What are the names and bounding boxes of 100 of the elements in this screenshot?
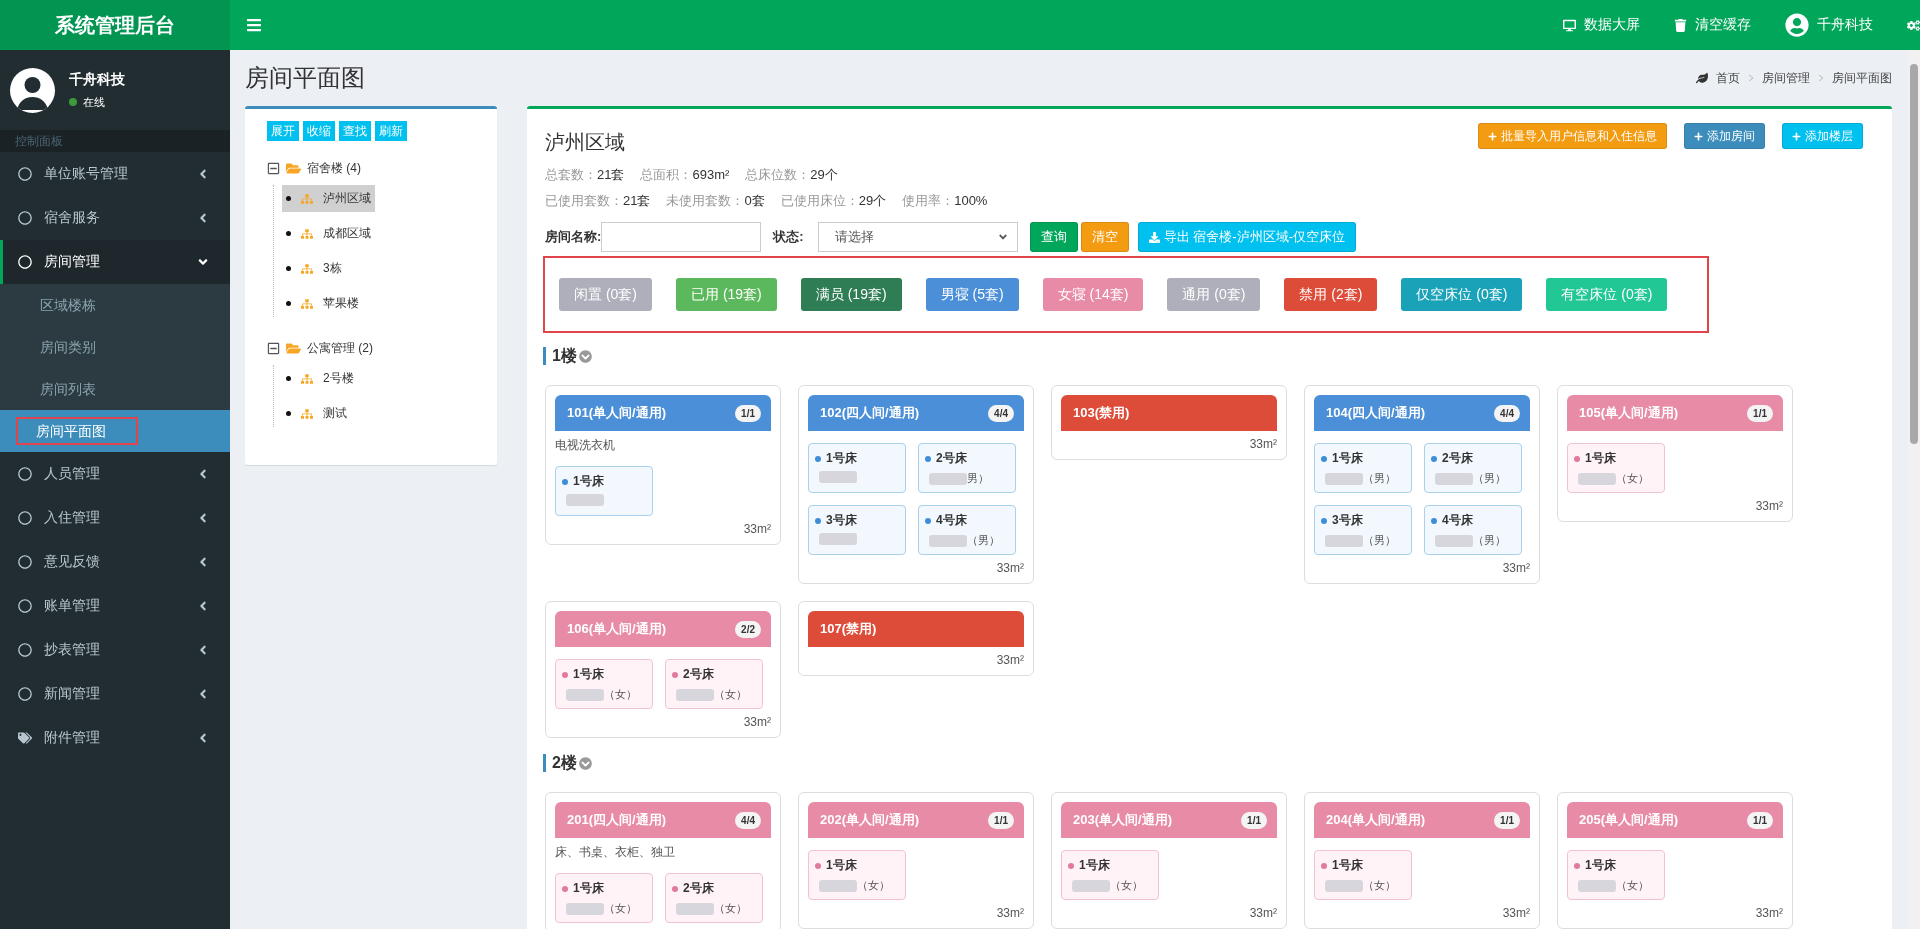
occupancy-badge: 1/1	[735, 404, 761, 422]
bed-label: 1号床	[1332, 857, 1363, 874]
tree-group-label[interactable]: 宿舍楼 (4)	[307, 159, 361, 177]
room-area: 33m²	[555, 715, 771, 729]
tree-group-label[interactable]: 公寓管理 (2)	[307, 339, 373, 357]
monitor-icon	[1563, 18, 1576, 32]
bullet-icon	[286, 231, 291, 236]
stat-value: 100%	[954, 192, 988, 210]
sitemap-icon	[301, 297, 313, 310]
status-button[interactable]: 禁用 (2套)	[1284, 278, 1378, 311]
room-title: 205(单人间/通用)	[1579, 811, 1678, 829]
room-area: 33m²	[1567, 499, 1783, 513]
name-placeholder	[566, 902, 604, 915]
bed-gender: （女）	[604, 901, 637, 916]
bed-gender: （女）	[1363, 878, 1396, 893]
bed-dot-icon	[925, 455, 931, 462]
breadcrumb-link[interactable]: 房间平面图	[1832, 69, 1892, 87]
bed-label: 1号床	[573, 880, 604, 897]
floor-heading[interactable]: 2楼	[543, 754, 1877, 772]
bed-dot-icon	[672, 671, 678, 678]
sidebar-subitem[interactable]: 房间列表	[0, 368, 230, 410]
tree-item[interactable]: 3栋	[282, 255, 346, 282]
bed-dot-icon	[815, 862, 821, 869]
sidebar-subitem[interactable]: 房间类别	[0, 326, 230, 368]
sitemap-icon	[301, 372, 313, 385]
settings-button[interactable]	[1907, 18, 1920, 32]
stat-value: 0套	[744, 192, 765, 210]
sidebar-item[interactable]: 单位账号管理	[0, 152, 230, 196]
room-area: 33m²	[1314, 906, 1530, 920]
bed-gender: （男）	[1473, 533, 1506, 548]
collapse-icon[interactable]	[267, 341, 280, 355]
name-placeholder	[819, 471, 857, 483]
sidebar-subitem[interactable]: 区域楼栋	[0, 284, 230, 326]
name-placeholder	[929, 472, 967, 485]
avatar-icon	[1785, 13, 1809, 37]
collapse-icon[interactable]	[267, 161, 280, 175]
stat-label: 总面积：	[640, 166, 693, 184]
bullet-icon	[286, 266, 291, 271]
stat-label: 未使用套数：	[666, 192, 745, 210]
bed-dot-icon	[925, 517, 931, 524]
avatar-icon	[10, 67, 55, 113]
sidebar-item[interactable]: 房间管理	[0, 240, 230, 284]
occupancy-badge: 1/1	[1747, 404, 1773, 422]
occupancy-badge: 1/1	[1241, 811, 1267, 829]
tree-item[interactable]: 2号楼	[282, 365, 358, 392]
room-name-input[interactable]	[601, 222, 762, 252]
menu-icon[interactable]	[246, 17, 262, 33]
bed-gender: （女）	[857, 878, 890, 893]
sidebar-item[interactable]: 宿舍服务	[0, 196, 230, 240]
room-area: 33m²	[555, 522, 771, 536]
bed-gender: （女）	[604, 687, 637, 702]
sidebar-item[interactable]: 账单管理	[0, 584, 230, 628]
bed-gender: （女）	[714, 687, 747, 702]
sidebar-item[interactable]: 人员管理	[0, 452, 230, 496]
sidebar-item[interactable]: 入住管理	[0, 496, 230, 540]
room-title: 101(单人间/通用)	[567, 404, 666, 422]
breadcrumb-link[interactable]: 首页	[1716, 69, 1740, 87]
occupancy-badge: 2/2	[735, 620, 761, 638]
breadcrumb-link[interactable]: 房间管理	[1762, 69, 1810, 87]
occupancy-badge: 4/4	[735, 811, 761, 829]
floor-heading[interactable]: 1楼	[543, 347, 1877, 365]
status-button[interactable]: 满员 (19套)	[800, 278, 902, 311]
status-button[interactable]: 男寝 (5套)	[925, 278, 1019, 311]
bed-label: 2号床	[683, 880, 714, 897]
name-placeholder	[676, 902, 714, 915]
bed-gender: （女）	[714, 901, 747, 916]
tree-item[interactable]: 成都区域	[282, 220, 375, 247]
sidebar-subitem[interactable]: 房间平面图	[0, 410, 230, 452]
status-button[interactable]: 仅空床位 (0套)	[1401, 278, 1523, 311]
stat-label: 总套数：	[545, 166, 597, 184]
bed-dot-icon	[815, 455, 821, 462]
sidebar-item[interactable]: 新闻管理	[0, 672, 230, 716]
stat-label: 使用率：	[902, 192, 955, 210]
scrollbar[interactable]	[1908, 50, 1920, 929]
bed-gender: （男）	[967, 533, 1000, 548]
action-button[interactable]: 添加房间	[1684, 123, 1765, 149]
filter-button[interactable]: 查询	[1029, 222, 1078, 252]
tree-item[interactable]: 苹果楼	[282, 290, 363, 317]
room-note: 电视洗衣机	[555, 437, 616, 454]
sidebar-section-header: 控制面板	[0, 130, 230, 152]
sidebar-item[interactable]: 意见反馈	[0, 540, 230, 584]
room-title: 105(单人间/通用)	[1579, 404, 1678, 422]
sidebar-item[interactable]: 附件管理	[0, 716, 230, 760]
header-link[interactable]: 数据大屏	[1563, 16, 1640, 34]
header-link[interactable]: 清空缓存	[1674, 16, 1751, 34]
tree-item[interactable]: 测试	[282, 400, 351, 427]
header-link[interactable]: 千舟科技	[1785, 13, 1873, 37]
bed-label: 2号床	[936, 450, 967, 467]
occupancy-badge: 1/1	[1494, 811, 1520, 829]
bed-dot-icon	[672, 885, 678, 892]
sidebar-item[interactable]: 抄表管理	[0, 628, 230, 672]
bed-gender: （女）	[1616, 471, 1649, 486]
status-select[interactable]: 请选择	[817, 222, 1018, 252]
user-name: 千舟科技	[69, 70, 125, 89]
bed-label: 4号床	[936, 512, 967, 529]
bed-gender: （女）	[1110, 878, 1143, 893]
tree-item[interactable]: 泸州区域	[282, 185, 375, 212]
room-area: 33m²	[1061, 906, 1277, 920]
status-dot-icon	[69, 98, 77, 106]
bed-dot-icon	[1068, 862, 1074, 869]
